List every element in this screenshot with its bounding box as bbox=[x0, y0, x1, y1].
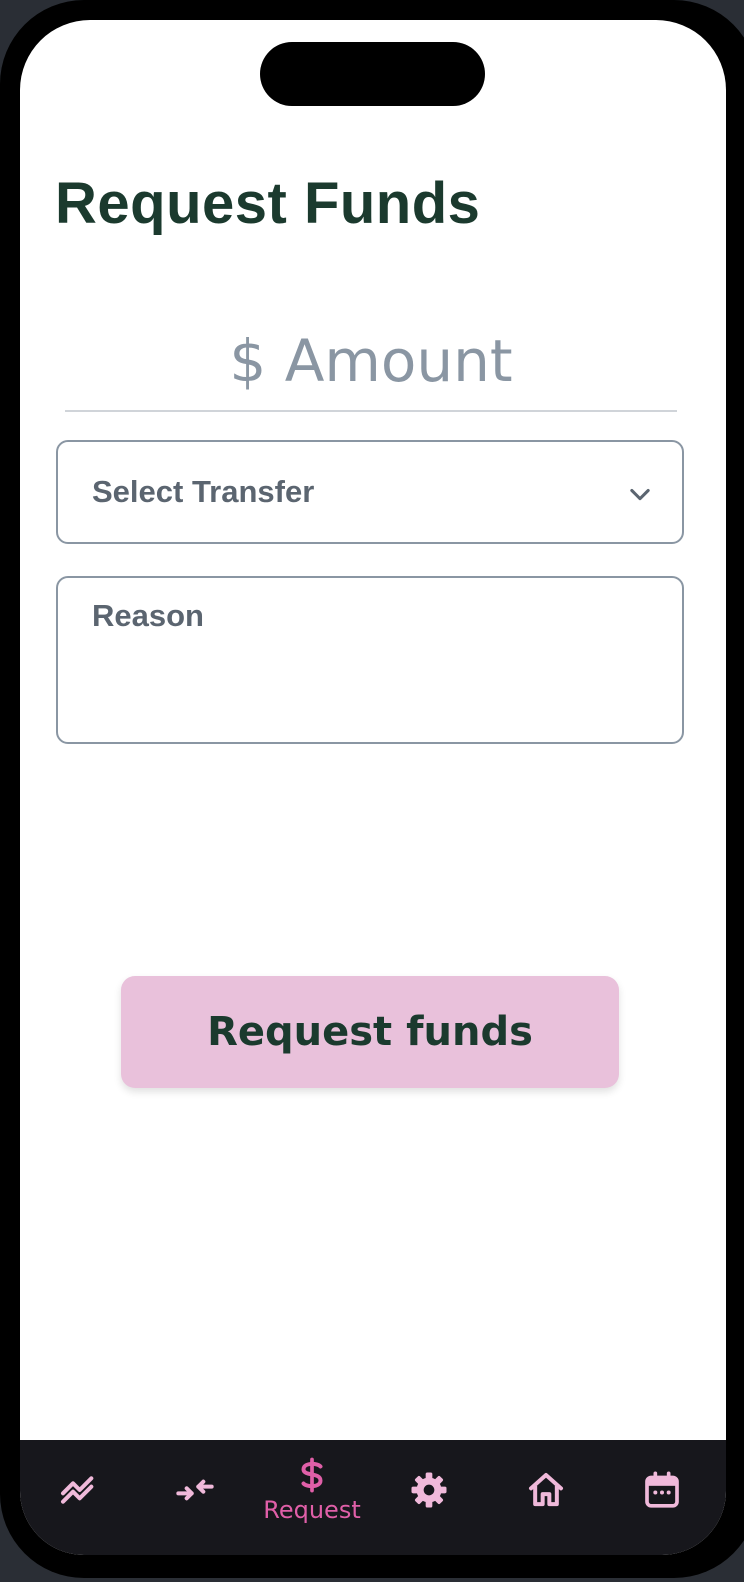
trending-up-icon bbox=[61, 1476, 94, 1504]
reason-field bbox=[56, 576, 684, 744]
bottom-nav: Request bbox=[20, 1440, 726, 1555]
transfer-arrows-icon bbox=[176, 1479, 214, 1501]
nav-item-settings[interactable] bbox=[379, 1440, 479, 1540]
nav-item-request-label: Request bbox=[263, 1496, 361, 1524]
amount-field-wrapper bbox=[65, 312, 677, 412]
app-screen: Request Funds Select Transfer Request fu… bbox=[20, 20, 726, 1555]
dollar-icon bbox=[301, 1457, 323, 1493]
page-title: Request Funds bbox=[55, 171, 481, 236]
reason-input[interactable] bbox=[58, 578, 682, 742]
chevron-down-icon bbox=[630, 488, 650, 501]
nav-item-analytics[interactable] bbox=[28, 1440, 128, 1540]
gear-icon bbox=[411, 1472, 447, 1508]
nav-item-calendar[interactable] bbox=[612, 1440, 712, 1540]
calendar-icon bbox=[645, 1471, 679, 1508]
nav-item-home[interactable] bbox=[496, 1440, 596, 1540]
transfer-select[interactable]: Select Transfer bbox=[56, 440, 684, 544]
phone-frame: Request Funds Select Transfer Request fu… bbox=[0, 0, 744, 1578]
nav-item-transfer[interactable] bbox=[145, 1440, 245, 1540]
transfer-select-label: Select Transfer bbox=[92, 474, 315, 509]
dynamic-island bbox=[260, 42, 485, 106]
request-funds-button[interactable]: Request funds bbox=[121, 976, 619, 1088]
nav-item-request[interactable]: Request bbox=[262, 1440, 362, 1540]
amount-input[interactable] bbox=[65, 312, 677, 410]
home-icon bbox=[529, 1473, 563, 1507]
